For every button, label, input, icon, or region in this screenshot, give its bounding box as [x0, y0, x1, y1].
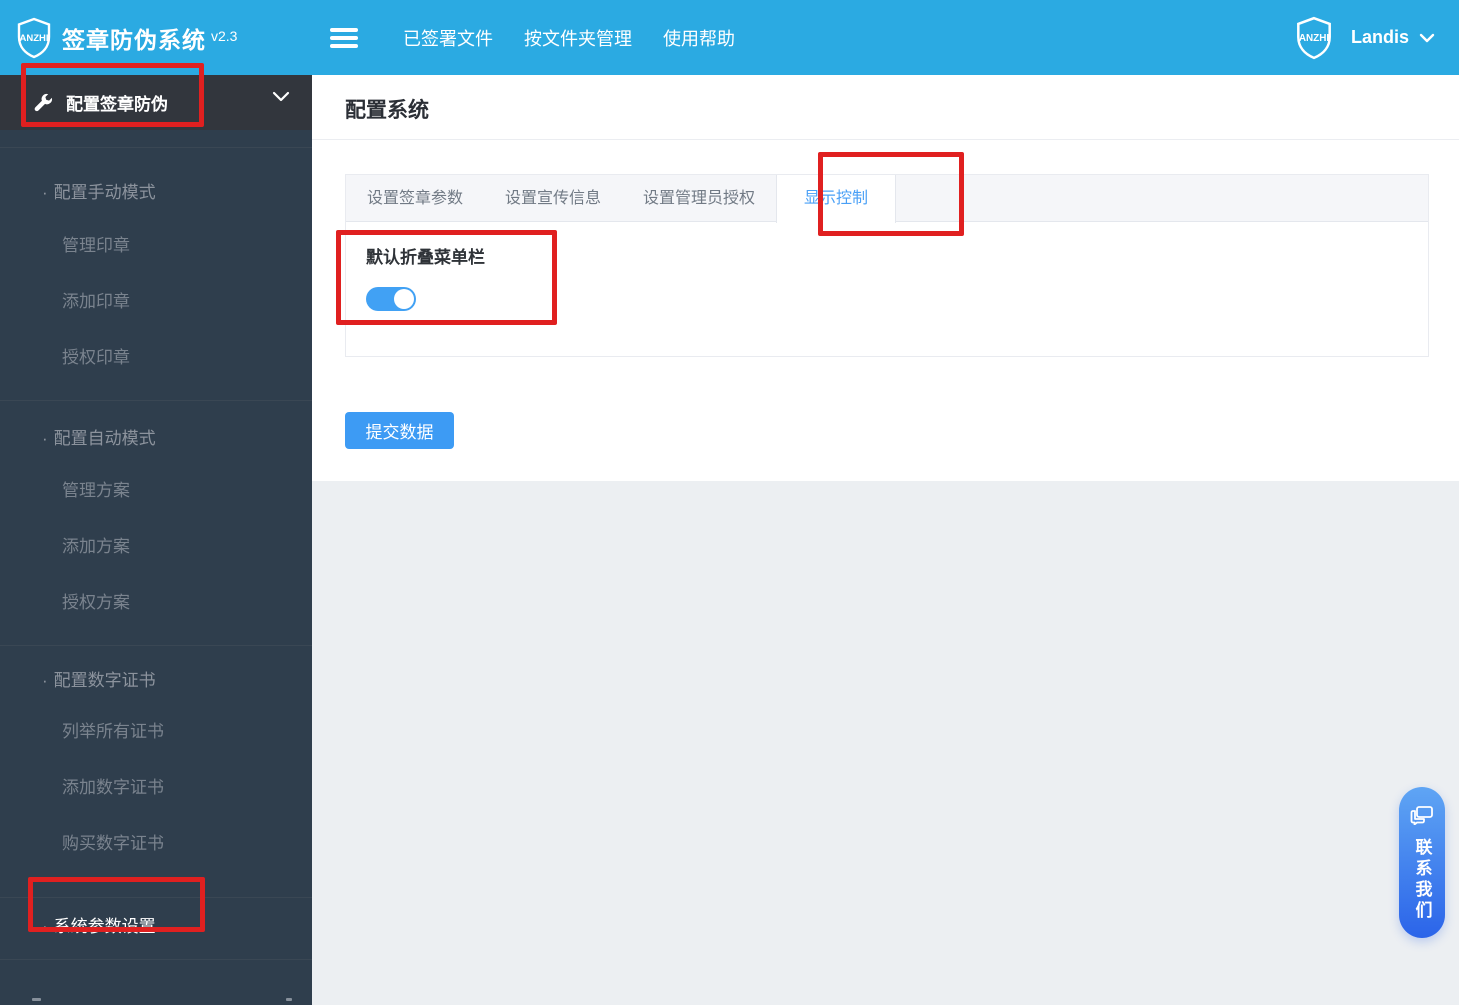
page: ANZHI 签章防伪系统 v2.3 已签署文件 按文件夹管理 使用帮助 ANZH…: [0, 0, 1459, 1005]
app-title: 签章防伪系统: [62, 26, 206, 53]
sidebar-item-list-certs[interactable]: 列举所有证书: [0, 704, 312, 760]
sidebar-header-label: 配置签章防伪: [66, 95, 168, 114]
sidebar-item-buy-cert[interactable]: 购买数字证书: [0, 816, 312, 872]
user-name: Landis: [1350, 27, 1409, 47]
nav-signed-files[interactable]: 已签署文件: [403, 19, 493, 57]
sidebar-item-authorize-seal[interactable]: 授权印章: [0, 330, 312, 386]
chevron-down-icon: [272, 89, 290, 107]
sidebar-item-system-params[interactable]: · 系统参数设置: [0, 904, 312, 950]
tab-seal-params[interactable]: 设置签章参数: [346, 175, 484, 222]
tab-panel-display-control: 默认折叠菜单栏: [346, 222, 1428, 311]
bullet: ·: [42, 183, 48, 202]
chevron-down-icon: [1419, 33, 1435, 43]
nav-help[interactable]: 使用帮助: [663, 19, 735, 57]
sidebar-section-auto-mode: · 配置自动模式 管理方案 添加方案 授权方案: [0, 401, 312, 646]
toggle-knob: [394, 289, 414, 309]
cutoff-chevron-fragment: [286, 998, 292, 1001]
bullet: ·: [42, 917, 48, 936]
settings-card: 设置签章参数 设置宣传信息 设置管理员授权 显示控制 默认折叠菜单栏: [345, 174, 1429, 357]
app-version: v2.3: [211, 27, 238, 44]
chat-bubbles-icon: [1410, 805, 1434, 830]
sidebar-item-add-scheme[interactable]: 添加方案: [0, 519, 312, 575]
page-title: 配置系统: [345, 99, 429, 122]
sidebar-section-manual-mode: · 配置手动模式 管理印章 添加印章 授权印章: [0, 148, 312, 401]
svg-text:ANZHI: ANZHI: [19, 33, 48, 44]
brand: ANZHI 签章防伪系统 v2.3: [0, 16, 312, 60]
sidebar-item-add-seal[interactable]: 添加印章: [0, 274, 312, 330]
topbar: ANZHI 签章防伪系统 v2.3 已签署文件 按文件夹管理 使用帮助 ANZH…: [0, 0, 1459, 75]
collapse-menu-toggle[interactable]: [366, 287, 416, 311]
tab-bar: 设置签章参数 设置宣传信息 设置管理员授权 显示控制: [346, 175, 1428, 223]
main-content: 配置系统 设置签章参数 设置宣传信息 设置管理员授权 显示控制 默认折叠菜单栏 …: [312, 75, 1459, 1005]
page-header: 配置系统: [312, 75, 1459, 140]
sidebar-item-manage-seal[interactable]: 管理印章: [0, 218, 312, 274]
collapse-menu-toggle-label: 默认折叠菜单栏: [366, 248, 485, 267]
sidebar-header-configure-seal[interactable]: 配置签章防伪: [0, 75, 312, 130]
wrench-icon: [32, 92, 54, 114]
sidebar-menu: · 配置手动模式 管理印章 添加印章 授权印章 · 配置自动模式 管理方案 添加方案…: [0, 147, 312, 1005]
hamburger-menu-icon[interactable]: [330, 27, 358, 48]
contact-us-button[interactable]: 联系我们: [1399, 787, 1445, 938]
user-menu[interactable]: ANZHI Landis: [1291, 15, 1459, 61]
sidebar-section-title[interactable]: · 配置数字证书: [0, 658, 312, 704]
svg-text:ANZHI: ANZHI: [1299, 33, 1330, 44]
content-panel: 配置系统 设置签章参数 设置宣传信息 设置管理员授权 显示控制 默认折叠菜单栏 …: [312, 75, 1459, 481]
tab-promo-info[interactable]: 设置宣传信息: [484, 175, 622, 222]
sidebar-section-title[interactable]: · 配置自动模式: [0, 415, 312, 463]
tab-admin-authorization[interactable]: 设置管理员授权: [622, 175, 776, 222]
bullet: ·: [42, 429, 48, 448]
submit-data-button[interactable]: 提交数据: [345, 412, 454, 449]
tab-display-control[interactable]: 显示控制: [776, 175, 897, 223]
sidebar-section-digital-cert: · 配置数字证书 列举所有证书 添加数字证书 购买数字证书: [0, 646, 312, 898]
sidebar-cutoff-row: [0, 960, 312, 1005]
brand-shield-logo-icon: ANZHI: [12, 16, 56, 60]
cutoff-icon-fragment: [32, 998, 41, 1001]
bullet: ·: [42, 671, 48, 690]
nav-folder-management[interactable]: 按文件夹管理: [524, 19, 632, 57]
sidebar: 配置签章防伪 · 配置手动模式 管理印章 添加印章 授权印章 · 配置自动模式 管理…: [0, 75, 312, 1005]
sidebar-item-manage-scheme[interactable]: 管理方案: [0, 463, 312, 519]
sidebar-section-title[interactable]: · 配置手动模式: [0, 168, 312, 218]
user-shield-logo-icon: ANZHI: [1291, 15, 1337, 61]
contact-us-label: 联系我们: [1412, 838, 1432, 922]
sidebar-item-authorize-scheme[interactable]: 授权方案: [0, 575, 312, 631]
sidebar-item-add-cert[interactable]: 添加数字证书: [0, 760, 312, 816]
sidebar-section-system-params: · 系统参数设置: [0, 898, 312, 960]
top-navigation: 已签署文件 按文件夹管理 使用帮助: [403, 19, 735, 57]
